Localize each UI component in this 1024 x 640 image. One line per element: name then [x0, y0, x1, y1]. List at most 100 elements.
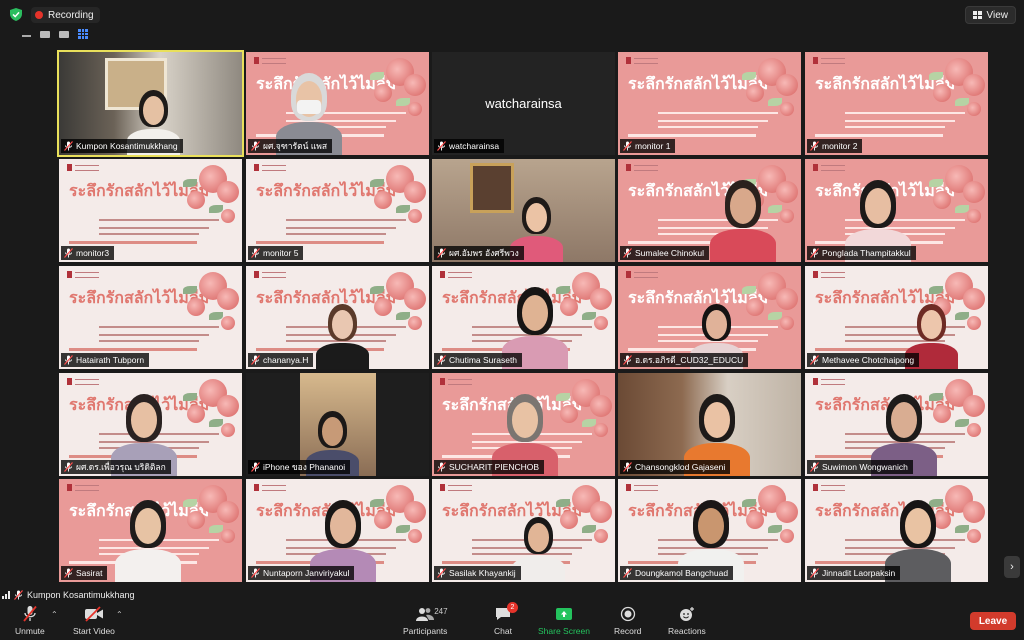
video-tile[interactable]: ระลึกรักสลักไว้ไม่ลืม Sasilak Khayankij — [432, 479, 615, 582]
mic-off-icon — [437, 462, 446, 472]
reactions-label: Reactions — [668, 626, 706, 636]
participant-name: chananya.H — [263, 355, 309, 365]
record-button[interactable]: Record — [614, 605, 641, 636]
participants-count: 247 — [434, 607, 448, 616]
participant-name-tag: iPhone ของ Phananoi — [248, 460, 351, 474]
video-tile[interactable]: ระลึกรักสลักไว้ไม่ลืมPonglada Thampitakk… — [805, 159, 988, 262]
audio-options-chevron-icon[interactable]: ⌃ — [51, 610, 58, 619]
video-tile[interactable]: ระลึกรักสลักไว้ไม่ลืม Sumalee Chinokul — [618, 159, 801, 262]
video-tile[interactable]: ระลึกรักสลักไว้ไม่ลืม monitor 5 — [246, 159, 429, 262]
flower-decoration — [221, 209, 235, 223]
face — [697, 508, 725, 545]
reactions-button[interactable]: Reactions — [668, 605, 706, 636]
participant-name: Jinnadit Laorpaksin — [822, 568, 896, 578]
video-tile[interactable]: ระลึกรักสลักไว้ไม่ลืม ผศ.จุฑารัตน์ แพส — [246, 52, 429, 155]
participant-name-tag: ผศ.อัมพร อังศรีพวง — [434, 246, 524, 260]
flower-decoration — [590, 501, 612, 523]
share-screen-button[interactable]: Share Screen — [538, 605, 590, 636]
video-tile[interactable]: ระลึกรักสลักไว้ไม่ลืม monitor 2 — [805, 52, 988, 155]
speaker-layout-icon[interactable] — [40, 30, 50, 38]
shield-check-icon[interactable] — [10, 8, 22, 21]
leave-button[interactable]: Leave — [970, 612, 1016, 630]
minimize-icon[interactable] — [22, 35, 31, 37]
leaf-decoration — [742, 72, 756, 80]
mic-off-icon — [810, 141, 819, 151]
flower-decoration — [590, 395, 612, 417]
video-options-chevron-icon[interactable]: ⌃ — [116, 610, 123, 619]
video-tile[interactable]: ระลึกรักสลักไว้ไม่ลืมSUCHARIT PIENCHOB — [432, 373, 615, 476]
participant-name-tag: Hatairath Tubporn — [61, 353, 150, 367]
view-button[interactable]: View — [964, 6, 1016, 24]
participant-person — [115, 496, 181, 582]
participant-name: Chutima Suraseth — [449, 355, 518, 365]
unmute-button[interactable]: Unmute — [15, 605, 45, 636]
participant-person — [316, 300, 369, 369]
participants-label: Participants — [403, 626, 448, 636]
participant-name: Nuntaporn Janviriyakul — [263, 568, 350, 578]
face — [142, 95, 164, 125]
mic-off-icon — [623, 568, 632, 578]
video-tile[interactable]: ระลึกรักสลักไว้ไม่ลืม monitor 1 — [618, 52, 801, 155]
flower-decoration — [217, 501, 239, 523]
flower-decoration — [967, 529, 981, 543]
video-tile[interactable]: ระลึกรักสลักไว้ไม่ลืม Methavee Chotchaipo… — [805, 266, 988, 369]
flower-decoration — [221, 316, 235, 330]
video-tile[interactable]: ระลึกรักสลักไว้ไม่ลืม chananya.H — [246, 266, 429, 369]
video-tile[interactable]: ผศ.อัมพร อังศรีพวง — [432, 159, 615, 262]
university-logo — [626, 271, 658, 278]
video-tile[interactable]: ระลึกรักสลักไว้ไม่ลืม Hatairath Tubporn — [59, 266, 242, 369]
university-logo — [813, 271, 845, 278]
video-tile[interactable]: Chansongklod Gajaseni — [618, 373, 801, 476]
flower-decoration — [594, 316, 608, 330]
leaf-decoration — [396, 98, 410, 106]
flower-decoration — [776, 288, 798, 310]
participant-name-tag: Chansongklod Gajaseni — [620, 460, 731, 474]
face — [521, 295, 549, 332]
leaf-decoration — [209, 419, 223, 427]
flower-decoration — [776, 181, 798, 203]
video-tile[interactable]: ระลึกรักสลักไว้ไม่ลืมDoungkamol Bangchua… — [618, 479, 801, 582]
video-tile[interactable]: ระลึกรักสลักไว้ไม่ลืมNuntaporn Janviriya… — [246, 479, 429, 582]
gallery-layout-icon[interactable] — [78, 29, 88, 39]
participants-button[interactable]: 247 Participants — [403, 605, 448, 636]
flower-decoration — [963, 74, 985, 96]
participant-person — [710, 176, 776, 262]
layout-switcher — [22, 29, 88, 39]
participant-name: Ponglada Thampitakkul — [822, 248, 911, 258]
recording-indicator[interactable]: Recording — [31, 7, 100, 23]
video-tile[interactable]: watcharainsa watcharainsa — [432, 52, 615, 155]
torso — [710, 229, 776, 262]
start-video-button[interactable]: Start Video — [73, 605, 115, 636]
thumbnail-layout-icon[interactable] — [59, 30, 69, 38]
flower-decoration — [780, 209, 794, 223]
video-tile[interactable]: ระลึกรักสลักไว้ไม่ลืม monitor3 — [59, 159, 242, 262]
smiley-plus-icon — [677, 605, 697, 623]
participant-name: Sasilak Khayankij — [449, 568, 516, 578]
slide-subtitle-line — [845, 112, 965, 114]
mic-off-icon — [251, 462, 260, 472]
leaf-decoration — [582, 525, 596, 533]
flower-decoration — [967, 423, 981, 437]
mic-off-icon — [623, 462, 632, 472]
video-tile[interactable]: ระลึกรักสลักไว้ไม่ลืม อ.ดร.อภิรดี_CUD32_E… — [618, 266, 801, 369]
mic-off-icon — [251, 355, 260, 365]
chat-button[interactable]: 2 Chat — [493, 602, 518, 636]
video-tile[interactable]: Kumpon Kosantimukkhang — [57, 50, 244, 157]
face — [134, 508, 162, 545]
torso — [316, 342, 369, 369]
slide-subtitle-line — [845, 120, 955, 122]
leaf-decoration — [209, 312, 223, 320]
video-tile[interactable]: ระลึกรักสลักไว้ไม่ลืมผศ.ดร.เพื่อวรุณ บริ… — [59, 373, 242, 476]
video-tile[interactable]: ระลึกรักสลักไว้ไม่ลืม Suwimon Wongwanich — [805, 373, 988, 476]
next-page-button[interactable]: › — [1004, 556, 1020, 578]
video-tile[interactable]: ระลึกรักสลักไว้ไม่ลืม Chutima Suraseth — [432, 266, 615, 369]
video-tile[interactable]: iPhone ของ Phananoi — [246, 373, 429, 476]
video-tile[interactable]: ระลึกรักสลักไว้ไม่ลืมSasirat — [59, 479, 242, 582]
participant-name-tag: Ponglada Thampitakkul — [807, 246, 916, 260]
flower-decoration — [963, 288, 985, 310]
flower-decoration — [967, 209, 981, 223]
video-tile[interactable]: ระลึกรักสลักไว้ไม่ลืม Jinnadit Laorpaksin — [805, 479, 988, 582]
participant-name-tag: watcharainsa — [434, 139, 505, 153]
flower-decoration — [594, 529, 608, 543]
flower-decoration — [404, 501, 426, 523]
